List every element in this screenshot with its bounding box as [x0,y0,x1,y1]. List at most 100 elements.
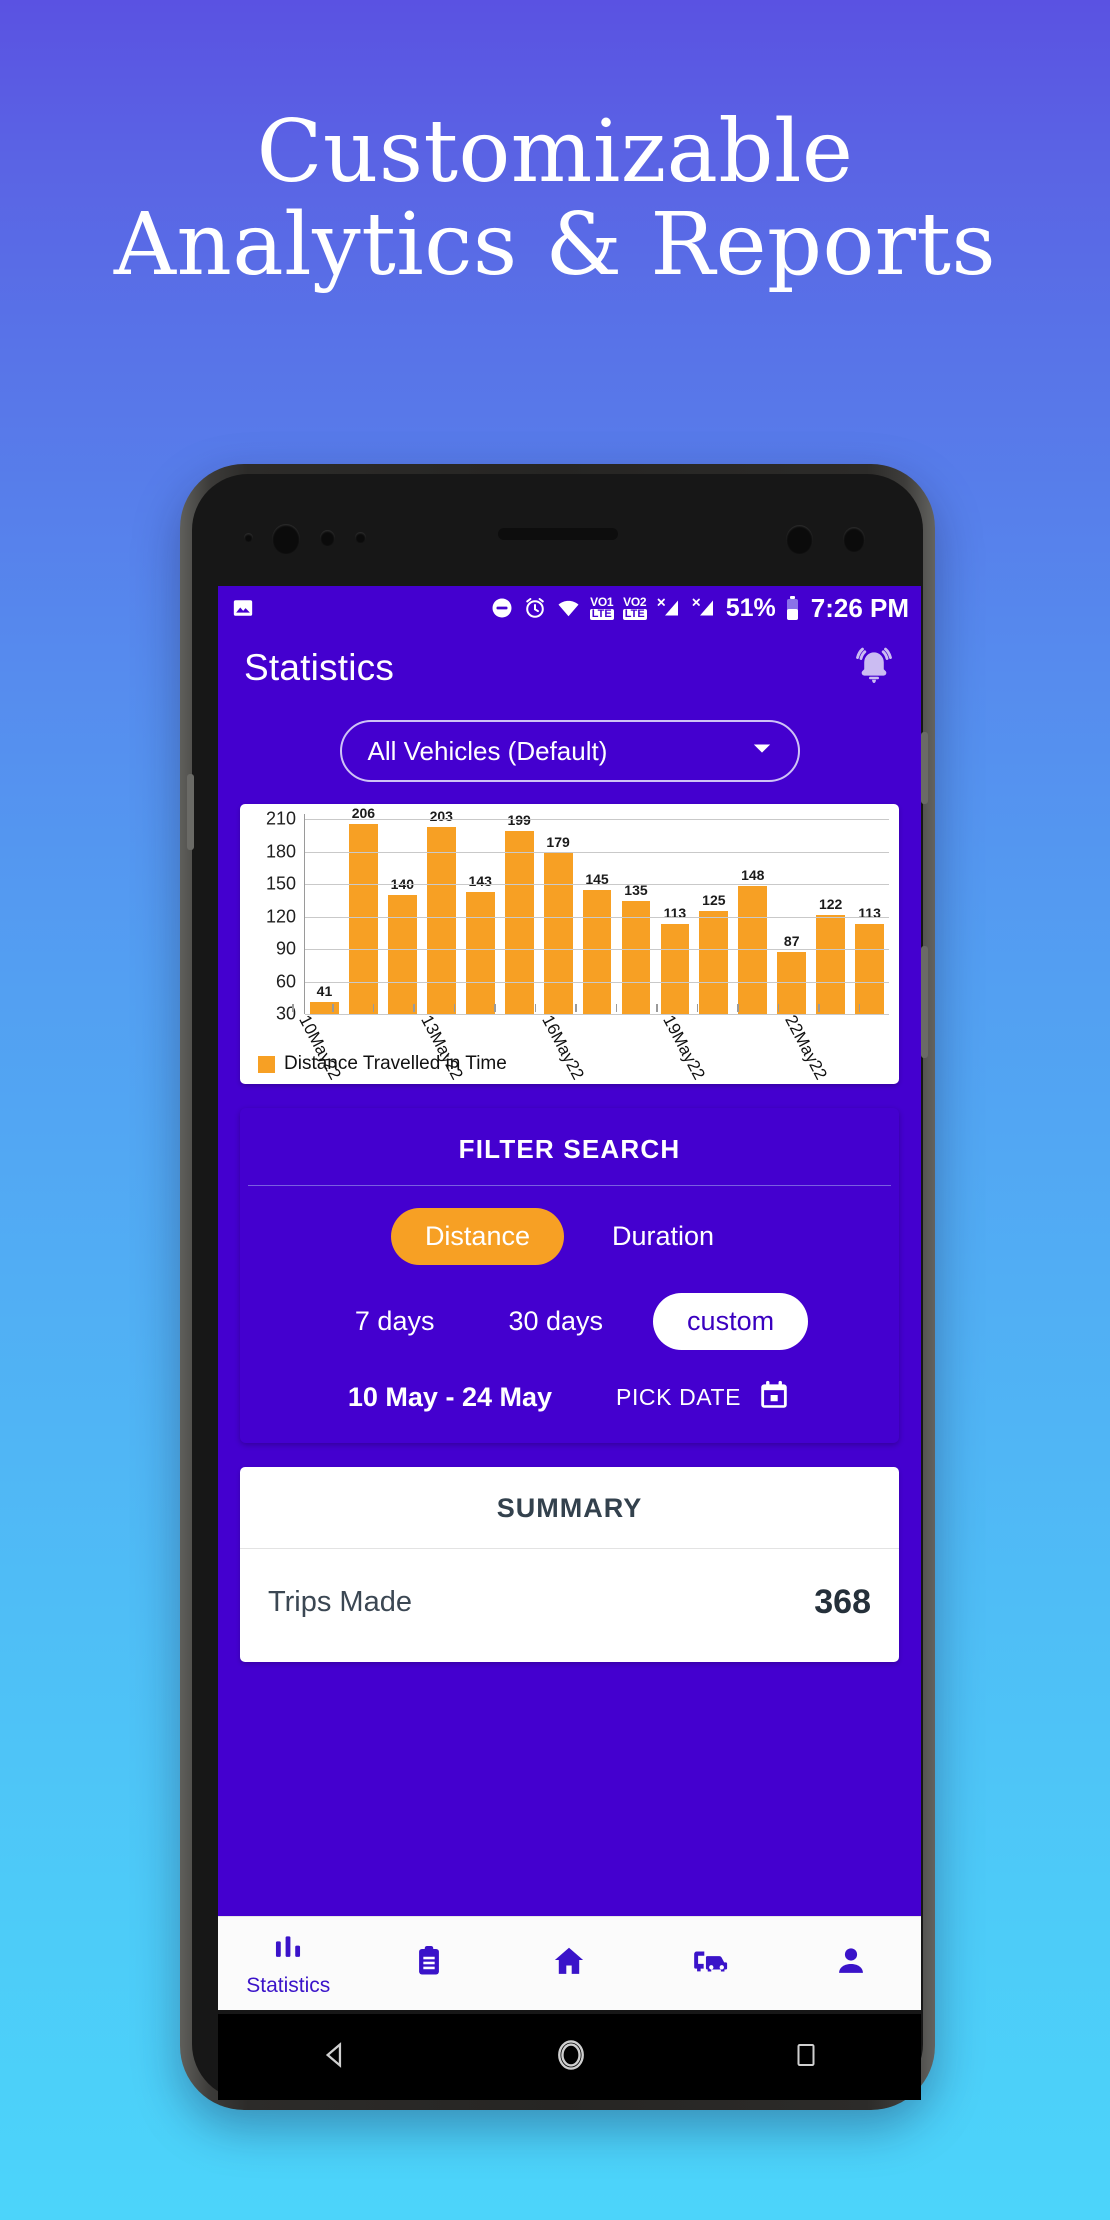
nav-item-statistics[interactable]: Statistics [218,1930,359,1998]
phone-frame: VO1 LTE VO2 LTE 51% 7:26 PM Statistics A… [180,464,935,2110]
chart-bar [543,852,573,1014]
back-icon[interactable] [318,2038,352,2077]
android-navigation-bar [218,2014,921,2100]
phone-screen: VO1 LTE VO2 LTE 51% 7:26 PM Statistics A… [218,586,921,2010]
chart-bar [465,891,495,1014]
chart-x-tick-label: 16May22 [538,1012,588,1083]
chart-bar-value-label: 41 [316,983,333,1000]
chart-bar-value-label: 122 [818,895,843,912]
chart-bar-value-label: 143 [468,872,492,889]
pick-date-button[interactable]: PICK DATE [616,1378,791,1417]
clock-label: 7:26 PM [810,592,909,623]
chart-legend: Distance Travelled in Time [258,1053,507,1075]
chart-bar [582,889,612,1014]
range-toggle-group: 7 days 30 days custom [240,1271,899,1356]
chevron-down-icon [748,734,776,769]
bell-icon[interactable] [851,643,897,694]
summary-row-trips-made: Trips Made 368 [240,1549,899,1662]
chart-bar-cell[interactable]: 143 [461,814,500,1014]
distance-chart-card[interactable]: 30 60 90 120 150 180 210 41 206 140 203 143 199 179 1… [240,804,899,1084]
chart-gridline [305,884,889,886]
sensor-dot-5 [843,527,865,552]
sensor-dot-1 [244,533,253,542]
chart-bar [816,914,846,1014]
summary-title: SUMMARY [240,1467,899,1549]
signal-sim1-icon [656,597,682,619]
vehicle-selector[interactable]: All Vehicles (Default) [339,720,800,782]
date-range-row: 10 May - 24 May PICK DATE [240,1356,899,1417]
chart-x-tick-label: 19May22 [659,1012,710,1083]
phone-sensor-bar [192,514,923,554]
chart-bar-cell[interactable]: 41 [305,814,344,1014]
summary-row-label: Trips Made [268,1586,412,1618]
power-button[interactable] [921,946,928,1058]
sensor-dot-3 [355,532,366,543]
promo-headline: Customizable Analytics & Reports [0,106,1110,292]
chart-bar-cell[interactable]: 135 [617,814,656,1014]
chart-bar-value-label: 179 [546,833,570,850]
chart-bar-value-label: 125 [702,892,726,909]
chart-bar-cell[interactable]: 179 [539,814,578,1014]
nav-label-statistics: Statistics [246,1973,331,1997]
nav-item-home[interactable] [499,1943,640,1984]
chart-bar-cell[interactable]: 113 [850,814,889,1014]
range-option-custom[interactable]: custom [653,1293,809,1350]
person-icon [834,1944,868,1983]
home-icon [551,1943,587,1984]
pick-date-label: PICK DATE [616,1384,742,1410]
volume-button[interactable] [921,732,928,804]
volte-sim2-icon: VO2 LTE [622,595,647,620]
app-bar: Statistics [218,630,921,706]
chart-bar-cell[interactable]: 148 [733,814,772,1014]
status-bar: VO1 LTE VO2 LTE 51% 7:26 PM [218,586,921,630]
range-option-30-days[interactable]: 30 days [484,1293,627,1350]
chart-bar-cell[interactable]: 199 [500,812,539,1014]
chart-bar [699,911,729,1014]
nav-item-profile[interactable] [780,1944,921,1983]
battery-icon [785,595,800,621]
chart-bar-cell[interactable]: 203 [422,808,461,1014]
chart-gridline [305,949,889,951]
do-not-disturb-icon [490,596,514,620]
side-button-left[interactable] [187,774,194,850]
chart-gridline [305,916,889,918]
alarm-icon [523,596,547,620]
filter-search-title: FILTER SEARCH [458,1134,681,1164]
chart-bar [504,831,534,1014]
sensor-dot-4 [786,525,813,554]
chart-y-tick-label: 180 [265,841,296,862]
volte-sim1-icon: VO1 LTE [589,595,614,620]
chart-bar-value-label: 113 [663,905,687,922]
vehicle-icon [691,1944,729,1983]
chart-bar-value-label: 206 [351,804,376,821]
chart-bar-cell[interactable]: 206 [344,805,383,1014]
chart-bar-cell[interactable]: 145 [578,814,617,1014]
range-option-7-days[interactable]: 7 days [331,1293,459,1350]
vehicle-selector-value: All Vehicles (Default) [367,735,608,766]
home-circle-icon[interactable] [552,2036,590,2079]
metric-option-distance[interactable]: Distance [390,1208,564,1265]
chart-bar-cell[interactable]: 140 [383,814,422,1014]
chart-bar-cell[interactable]: 122 [811,814,850,1014]
chart-bar-cell[interactable]: 87 [772,814,811,1014]
calendar-icon [757,1378,791,1417]
recents-icon[interactable] [791,2040,821,2075]
chart-bar-cell[interactable]: 125 [694,814,733,1014]
nav-item-vehicles[interactable] [640,1944,781,1983]
chart-bar [855,924,884,1014]
page-title: Statistics [244,647,395,688]
chart-bar-cell[interactable]: 113 [655,814,694,1014]
chart-plot-area: 30 60 90 120 150 180 210 41 206 140 203 143 199 179 1… [252,805,889,1024]
chart-y-tick-label: 90 [275,938,296,959]
clipboard-icon [412,1944,446,1983]
sensor-dot-2 [320,530,335,546]
chart-bar [660,924,690,1014]
chart-bar-value-label: 113 [858,905,881,922]
chart-y-tick-label: 120 [265,906,296,927]
chart-y-tick-label: 150 [265,873,296,894]
chart-bar-value-label: 148 [741,867,765,884]
metric-option-duration[interactable]: Duration [578,1208,748,1265]
nav-item-reports[interactable] [359,1944,500,1983]
metric-toggle-group: Distance Duration [240,1186,899,1271]
promo-headline-line2: Analytics & Reports [113,194,997,295]
